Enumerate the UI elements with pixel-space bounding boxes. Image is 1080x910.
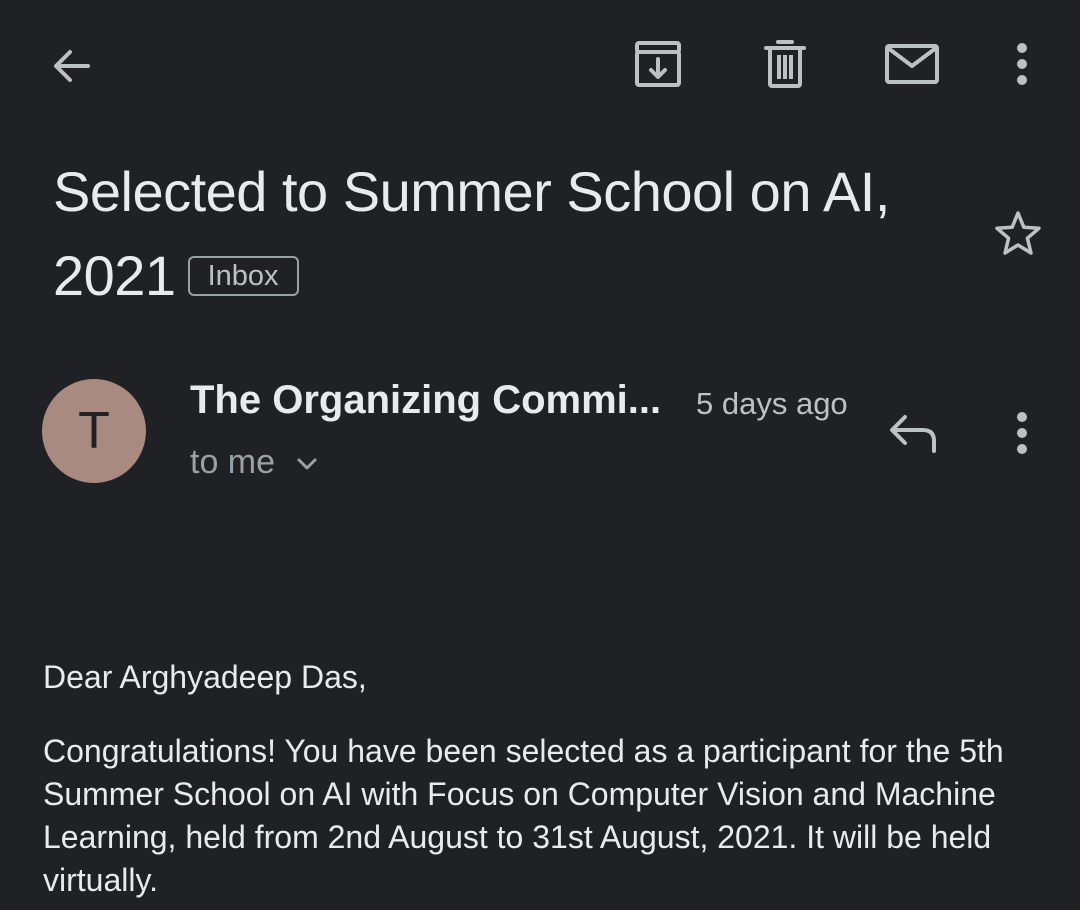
subject-line-2: 2021 [53, 244, 176, 307]
recipients-text: to me [190, 443, 276, 481]
more-options-button[interactable] [1002, 38, 1042, 90]
more-vert-icon [1017, 43, 1027, 85]
delete-button[interactable] [757, 38, 813, 90]
email-subject: Selected to Summer School on AI, 2021 Inb… [53, 150, 953, 318]
subject-line-2-wrapper: 2021 Inbox [53, 234, 953, 318]
email-greeting: Dear Arghyadeep Das, [43, 659, 367, 695]
email-paragraph: Congratulations! You have been selected … [43, 733, 1004, 898]
reply-button[interactable] [884, 408, 942, 458]
message-more-options-button[interactable] [1002, 408, 1042, 458]
reply-icon [890, 415, 936, 453]
avatar-letter: T [78, 402, 110, 460]
arrow-left-icon [54, 50, 90, 82]
sent-time: 5 days ago [696, 386, 848, 421]
archive-button[interactable] [630, 38, 686, 90]
mail-icon [885, 44, 939, 84]
archive-icon [635, 41, 681, 87]
chevron-down-icon [297, 458, 317, 470]
star-button[interactable] [990, 206, 1046, 262]
back-button[interactable] [44, 40, 100, 92]
sender-name[interactable]: The Organizing Commi... [190, 372, 661, 428]
more-vert-icon [1017, 412, 1027, 454]
recipients-toggle[interactable]: to me [190, 438, 321, 486]
star-icon [995, 211, 1041, 255]
trash-icon [764, 40, 806, 88]
sender-avatar[interactable]: T [42, 379, 146, 483]
mark-unread-button[interactable] [882, 38, 942, 90]
subject-line-1: Selected to Summer School on AI, [53, 160, 890, 223]
inbox-label-chip[interactable]: Inbox [187, 256, 299, 296]
